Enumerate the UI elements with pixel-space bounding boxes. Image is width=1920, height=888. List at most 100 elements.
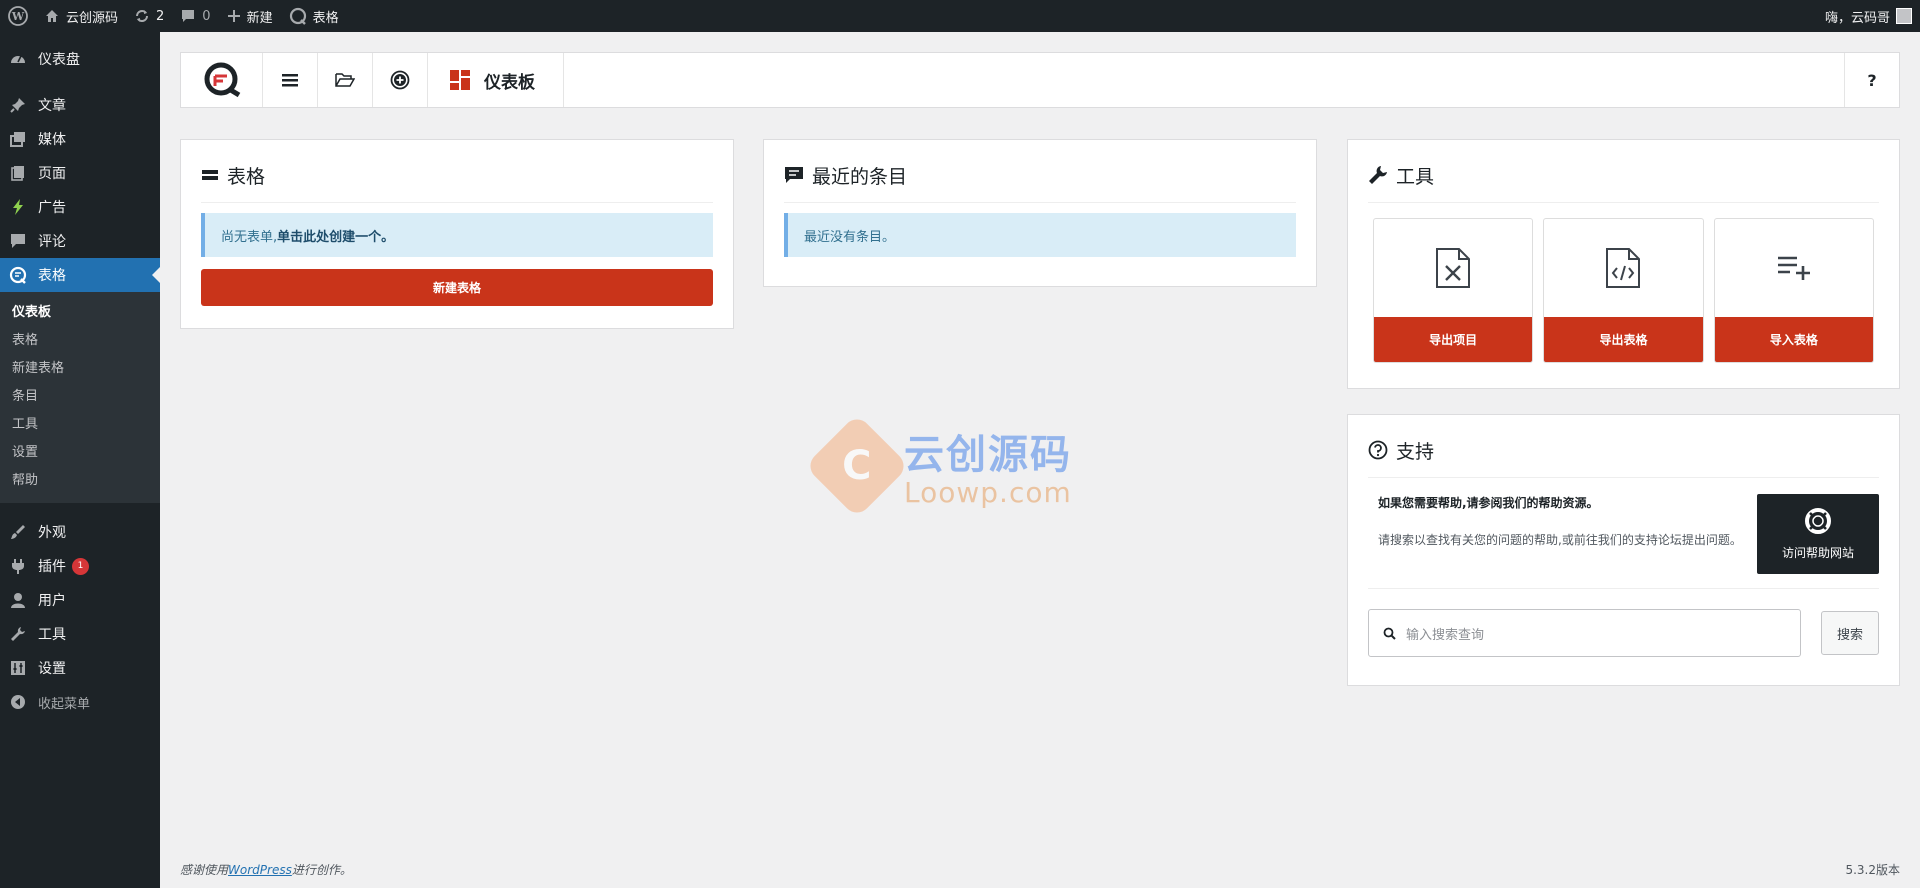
menu-media[interactable]: 媒体: [0, 122, 160, 156]
bolt-icon: [8, 197, 28, 217]
menu-label: 页面: [38, 166, 66, 182]
file-code-icon: [1544, 219, 1702, 317]
add-form-button[interactable]: [373, 53, 428, 107]
export-forms-card[interactable]: 导出表格: [1543, 218, 1704, 363]
plugin-icon: [8, 556, 28, 576]
support-intro: 如果您需要帮助,请参阅我们的帮助资源。: [1378, 496, 1599, 510]
comments-link[interactable]: 0: [172, 0, 218, 32]
entries-panel-title: 最近的条目: [812, 165, 908, 188]
create-form-link[interactable]: 单击此处创建一个。: [277, 226, 394, 245]
playlist-add-icon: [1715, 219, 1873, 317]
menu-label: 媒体: [38, 132, 66, 148]
support-panel: 支持 如果您需要帮助,请参阅我们的帮助资源。 请搜索以查找有关您的问题的帮助,或…: [1347, 414, 1900, 686]
wordpress-icon: W: [8, 6, 28, 26]
menu-label: 设置: [38, 661, 66, 677]
forms-plugin-label: 表格: [312, 10, 339, 26]
menu-ads[interactable]: 广告: [0, 190, 160, 224]
page-title-text: 仪表板: [484, 72, 535, 93]
main-content: 仪表板 ? 表格 尚无表单, 单击此处创建一个。 新建表格 最近的条目 最近没有条…: [160, 32, 1920, 888]
lifebuoy-icon: [1805, 507, 1831, 534]
message-icon: [785, 167, 803, 183]
menu-appearance[interactable]: 外观: [0, 515, 160, 549]
page-title: 仪表板: [428, 53, 564, 107]
menu-users[interactable]: 用户: [0, 583, 160, 617]
site-name: 云创源码: [66, 10, 119, 26]
menu-label: 外观: [38, 525, 66, 541]
submenu-settings[interactable]: 设置: [0, 439, 160, 467]
updates-link[interactable]: 2: [126, 0, 172, 32]
menu-tools[interactable]: 工具: [0, 617, 160, 651]
folder-open-icon: [335, 73, 355, 87]
site-name-link[interactable]: 云创源码: [36, 0, 126, 32]
menu-plugins[interactable]: 插件 1: [0, 549, 160, 583]
menu-forms[interactable]: 表格: [0, 258, 160, 292]
page-icon: [8, 163, 28, 183]
submenu-forms[interactable]: 表格: [0, 327, 160, 355]
support-body: 如果您需要帮助,请参阅我们的帮助资源。 请搜索以查找有关您的问题的帮助,或前往我…: [1368, 478, 1879, 589]
brush-icon: [8, 522, 28, 542]
submenu-help[interactable]: 帮助: [0, 467, 160, 495]
entries-panel-header: 最近的条目: [784, 140, 1296, 203]
greeting: 嗨，云码哥: [1824, 10, 1890, 26]
comments-count: 0: [202, 8, 211, 24]
wrench-icon: [1369, 166, 1387, 184]
forms-submenu: 仪表板 表格 新建表格 条目 工具 设置 帮助: [0, 292, 160, 503]
search-icon: [1383, 627, 1396, 640]
wrench-icon: [8, 624, 28, 644]
menu-dashboard[interactable]: 仪表盘: [0, 42, 160, 76]
watermark-text: 云创源码 Loowp.com: [904, 422, 1072, 509]
submenu-tools[interactable]: 工具: [0, 411, 160, 439]
submenu-entries[interactable]: 条目: [0, 383, 160, 411]
menu-pages[interactable]: 页面: [0, 156, 160, 190]
menu-label: 评论: [38, 234, 66, 250]
support-search-input[interactable]: 输入搜索查询: [1368, 609, 1801, 657]
collapse-menu-button[interactable]: 收起菜单: [0, 685, 160, 719]
submenu-new-form[interactable]: 新建表格: [0, 355, 160, 383]
watermark: C 云创源码 Loowp.com: [804, 413, 1072, 518]
submenu-dashboard[interactable]: 仪表板: [0, 299, 160, 327]
admin-sidebar: 仪表盘 文章 媒体 页面 广告 评论 表格 仪表板 表格 新建表格 条目 工具 …: [0, 32, 160, 888]
wordpress-link[interactable]: WordPress: [228, 863, 292, 877]
forms-logo-icon: [289, 7, 306, 25]
menu-label: 仪表盘: [38, 52, 80, 68]
watermark-en: Loowp.com: [904, 476, 1072, 509]
help-button[interactable]: ?: [1844, 53, 1899, 107]
comment-icon: [182, 10, 195, 22]
home-icon: [46, 10, 58, 22]
support-description: 请搜索以查找有关您的问题的帮助,或前往我们的支持论坛提出问题。: [1378, 532, 1742, 547]
wordpress-logo-button[interactable]: W: [0, 0, 36, 32]
my-account-link[interactable]: 嗨，云码哥: [1817, 0, 1920, 32]
menu-posts[interactable]: 文章: [0, 88, 160, 122]
menu-label: 用户: [38, 593, 66, 609]
menu-label: 表格: [38, 268, 66, 284]
new-form-button[interactable]: 新建表格: [201, 269, 713, 306]
menu-label: 广告: [38, 200, 66, 216]
tools-panel-title: 工具: [1396, 165, 1435, 188]
forms-logo-icon: [204, 62, 240, 98]
forms-plugin-link[interactable]: 表格: [281, 0, 347, 32]
tools-grid: 导出项目 导出表格 导入表格: [1368, 218, 1879, 363]
forms-list-button[interactable]: [318, 53, 373, 107]
import-forms-card[interactable]: 导入表格: [1713, 218, 1874, 363]
refresh-icon: [136, 10, 149, 22]
footer-thanks: 感谢使用WordPress进行创作。: [180, 861, 352, 878]
menu-comments[interactable]: 评论: [0, 224, 160, 258]
dashboard-grid-icon: [450, 70, 470, 90]
admin-bar: W 云创源码 2 0 新建 表格 嗨，云码哥: [0, 0, 1920, 32]
plugins-update-badge: 1: [72, 557, 89, 575]
help-site-label: 访问帮助网站: [1781, 545, 1854, 560]
export-entries-card[interactable]: 导出项目: [1373, 218, 1534, 363]
media-icon: [8, 129, 28, 149]
collapse-icon: [8, 692, 28, 712]
menu-label: 文章: [38, 98, 66, 114]
visit-help-site-button[interactable]: 访问帮助网站: [1757, 494, 1879, 574]
import-forms-button: 导入表格: [1714, 317, 1873, 362]
search-button[interactable]: 搜索: [1821, 611, 1879, 655]
new-content-link[interactable]: 新建: [219, 0, 281, 32]
forms-panel: 表格 尚无表单, 单击此处创建一个。 新建表格: [180, 139, 734, 329]
new-label: 新建: [246, 10, 273, 26]
menu-toggle-button[interactable]: [263, 53, 318, 107]
dashboard-icon: [8, 49, 28, 69]
plugin-logo[interactable]: [181, 53, 263, 107]
menu-settings[interactable]: 设置: [0, 651, 160, 685]
